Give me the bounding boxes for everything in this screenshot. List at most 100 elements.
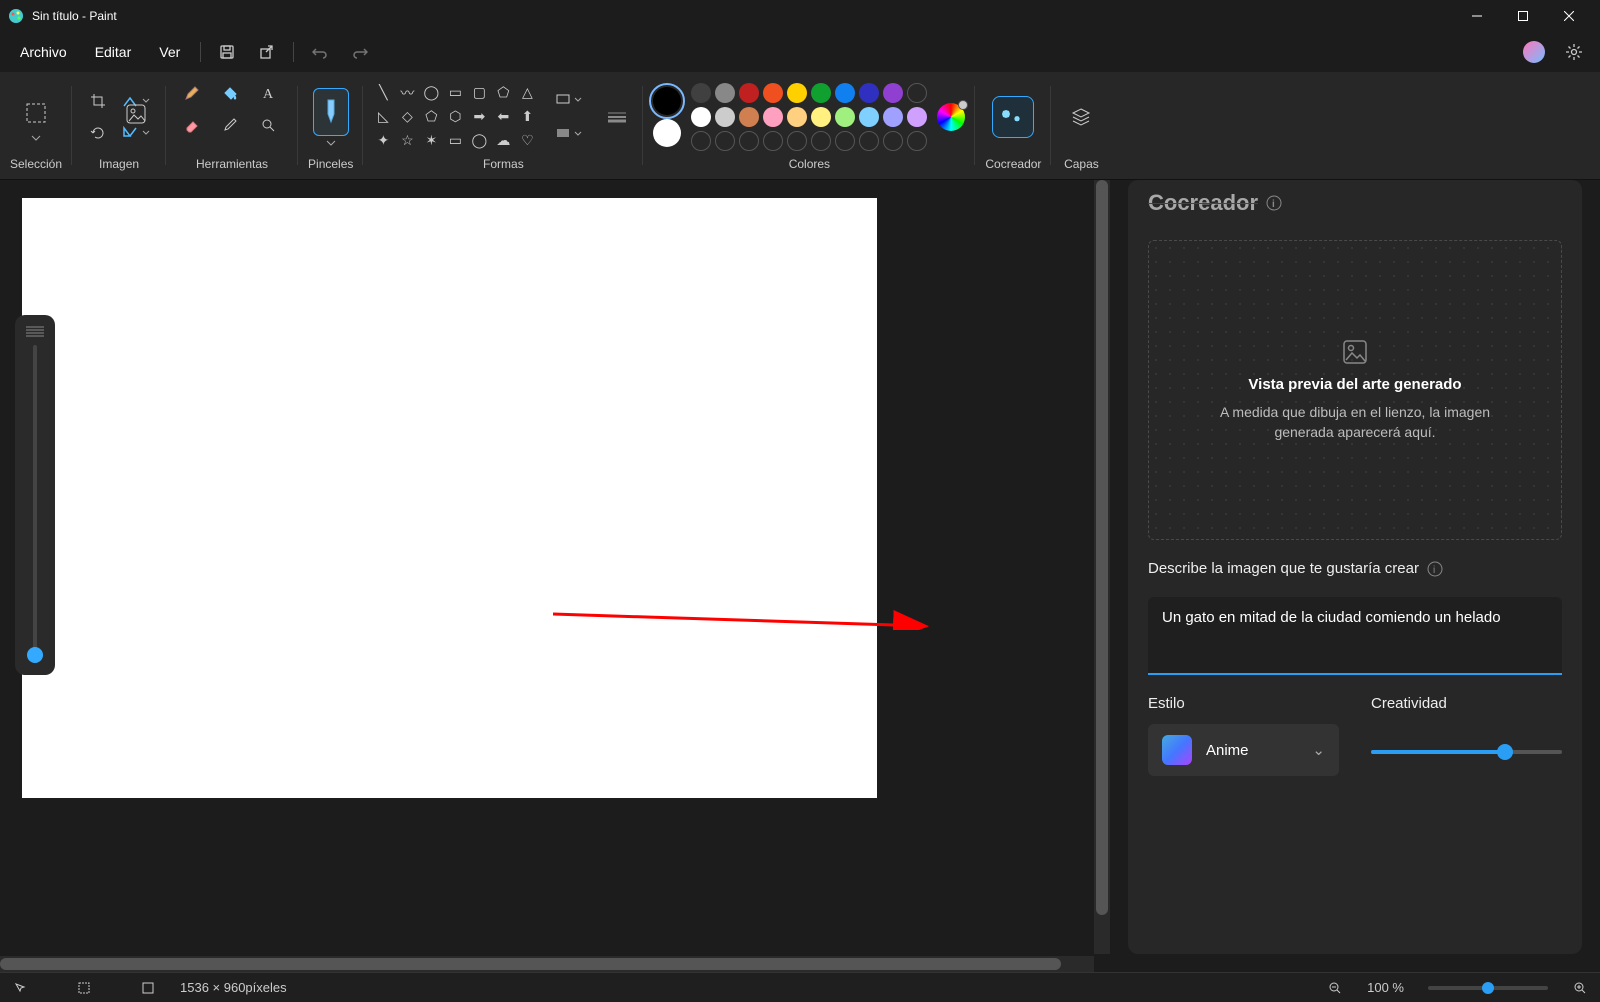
- zoom-out-icon[interactable]: [1327, 980, 1343, 996]
- select-tool[interactable]: [16, 93, 56, 133]
- shape-triangle-icon[interactable]: △: [517, 83, 537, 103]
- shape-outline-dropdown[interactable]: [553, 86, 585, 114]
- color-swatch[interactable]: [763, 83, 783, 103]
- maximize-button[interactable]: [1500, 0, 1546, 32]
- color-swatch[interactable]: [859, 83, 879, 103]
- info-icon[interactable]: i: [1266, 195, 1282, 211]
- color-swatch[interactable]: [691, 107, 711, 127]
- color-swatch-empty[interactable]: [787, 131, 807, 151]
- shape-oval-icon[interactable]: ◯: [421, 83, 441, 103]
- canvas[interactable]: [22, 198, 877, 798]
- color-swatch[interactable]: [835, 83, 855, 103]
- shape-heart-icon[interactable]: ♡: [517, 131, 537, 151]
- color-primary[interactable]: [653, 87, 681, 115]
- shape-rarrow-icon[interactable]: ➡: [469, 107, 489, 127]
- color-swatch[interactable]: [883, 107, 903, 127]
- color-swatch-empty[interactable]: [883, 131, 903, 151]
- color-swatch-empty[interactable]: [715, 131, 735, 151]
- prompt-input[interactable]: [1148, 597, 1562, 675]
- shape-diamond-icon[interactable]: ◇: [397, 107, 417, 127]
- color-swatch[interactable]: [691, 83, 711, 103]
- line-weight-dropdown[interactable]: [601, 103, 633, 131]
- cocreator-button[interactable]: [992, 96, 1034, 138]
- shape-polygon-icon[interactable]: ⬠: [493, 83, 513, 103]
- color-swatch[interactable]: [763, 107, 783, 127]
- shapes-palette[interactable]: ╲ 〰 ◯ ▭ ▢ ⬠ △ ◺ ◇ ⬠ ⬡ ➡ ⬅ ⬆ ✦ ☆ ✶ ▭ ◯ ☁: [373, 83, 537, 151]
- color-wheel-icon[interactable]: [937, 103, 965, 131]
- shape-curve-icon[interactable]: 〰: [397, 83, 417, 103]
- zoom-slider[interactable]: [1428, 986, 1548, 990]
- color-swatch-empty[interactable]: [907, 83, 927, 103]
- shape-roundrect-icon[interactable]: ▢: [469, 83, 489, 103]
- color-swatch[interactable]: [883, 83, 903, 103]
- brush-size-slider[interactable]: [15, 315, 55, 675]
- color-swatch[interactable]: [859, 107, 879, 127]
- menu-edit[interactable]: Editar: [83, 38, 144, 66]
- eraser-icon[interactable]: [176, 111, 208, 139]
- share-icon[interactable]: [249, 36, 285, 68]
- text-icon[interactable]: A: [252, 79, 284, 107]
- fill-icon[interactable]: [214, 79, 246, 107]
- creativity-slider[interactable]: [1371, 742, 1562, 762]
- color-swatch-empty[interactable]: [859, 131, 879, 151]
- layers-button[interactable]: [1061, 97, 1101, 137]
- redo-icon[interactable]: [342, 36, 378, 68]
- chevron-down-icon[interactable]: [326, 140, 336, 146]
- color-swatch[interactable]: [811, 83, 831, 103]
- menu-file[interactable]: Archivo: [8, 38, 79, 66]
- color-secondary[interactable]: [653, 119, 681, 147]
- color-swatch-empty[interactable]: [907, 131, 927, 151]
- undo-icon[interactable]: [302, 36, 338, 68]
- shape-fill-dropdown[interactable]: [553, 120, 585, 148]
- shape-star5-icon[interactable]: ☆: [397, 131, 417, 151]
- color-swatch[interactable]: [811, 107, 831, 127]
- color-swatch-empty[interactable]: [811, 131, 831, 151]
- magnifier-icon[interactable]: [252, 111, 284, 139]
- color-swatch-empty[interactable]: [739, 131, 759, 151]
- close-button[interactable]: [1546, 0, 1592, 32]
- rotate-icon[interactable]: [82, 119, 114, 147]
- color-swatch[interactable]: [787, 107, 807, 127]
- svg-text:i: i: [1272, 199, 1275, 210]
- brush-tool[interactable]: [313, 88, 349, 136]
- color-swatch[interactable]: [715, 83, 735, 103]
- color-swatch-empty[interactable]: [691, 131, 711, 151]
- svg-text:A: A: [263, 87, 274, 101]
- brush-size-thumb[interactable]: [27, 647, 43, 663]
- shape-star6-icon[interactable]: ✶: [421, 131, 441, 151]
- color-swatch[interactable]: [715, 107, 735, 127]
- save-icon[interactable]: [209, 36, 245, 68]
- color-swatch[interactable]: [739, 107, 759, 127]
- color-swatch[interactable]: [739, 83, 759, 103]
- settings-icon[interactable]: [1556, 36, 1592, 68]
- crop-icon[interactable]: [82, 87, 114, 115]
- zoom-in-icon[interactable]: [1572, 980, 1588, 996]
- shape-rect-icon[interactable]: ▭: [445, 83, 465, 103]
- color-swatch-empty[interactable]: [835, 131, 855, 151]
- shape-line-icon[interactable]: ╲: [373, 83, 393, 103]
- shape-callout-rect-icon[interactable]: ▭: [445, 131, 465, 151]
- shape-hexagon-icon[interactable]: ⬡: [445, 107, 465, 127]
- shape-larrow-icon[interactable]: ⬅: [493, 107, 513, 127]
- info-icon[interactable]: i: [1427, 561, 1443, 577]
- shape-star4-icon[interactable]: ✦: [373, 131, 393, 151]
- minimize-button[interactable]: [1454, 0, 1500, 32]
- color-swatch[interactable]: [787, 83, 807, 103]
- pencil-icon[interactable]: [176, 79, 208, 107]
- color-swatch-empty[interactable]: [763, 131, 783, 151]
- shape-rtriangle-icon[interactable]: ◺: [373, 107, 393, 127]
- shape-pentagon-icon[interactable]: ⬠: [421, 107, 441, 127]
- shape-callout-cloud-icon[interactable]: ☁: [493, 131, 513, 151]
- color-picker-icon[interactable]: [214, 111, 246, 139]
- menu-view[interactable]: Ver: [147, 38, 192, 66]
- account-avatar[interactable]: [1516, 36, 1552, 68]
- chevron-down-icon[interactable]: [31, 135, 41, 141]
- color-swatch[interactable]: [835, 107, 855, 127]
- image-generate-icon[interactable]: [116, 94, 156, 134]
- vertical-scrollbar[interactable]: [1094, 180, 1110, 954]
- shape-callout-oval-icon[interactable]: ◯: [469, 131, 489, 151]
- horizontal-scrollbar[interactable]: [0, 956, 1094, 972]
- color-swatch[interactable]: [907, 107, 927, 127]
- style-dropdown[interactable]: Anime ⌄: [1148, 724, 1339, 776]
- shape-uarrow-icon[interactable]: ⬆: [517, 107, 537, 127]
